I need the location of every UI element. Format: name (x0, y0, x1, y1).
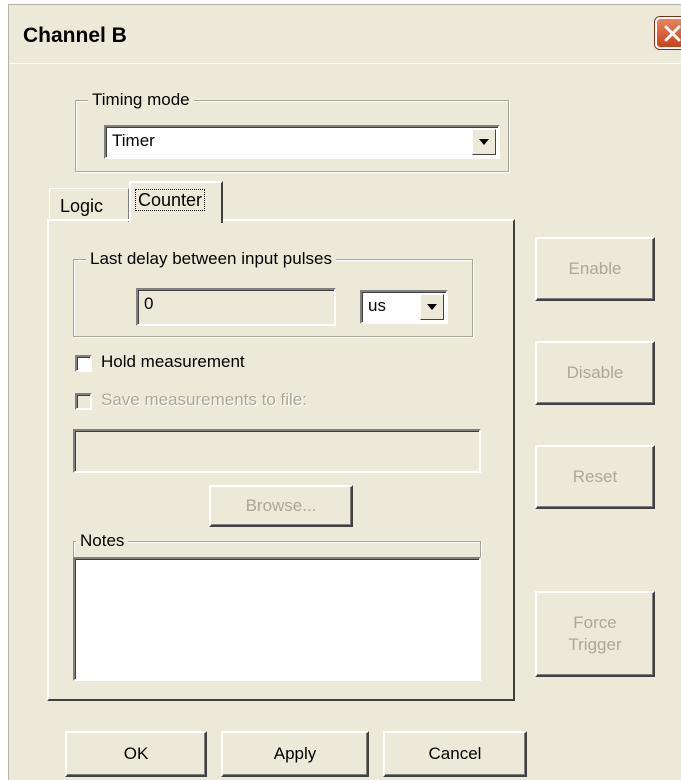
channel-b-dialog: Channel B Timing mode Timer Logic Counte… (8, 4, 681, 780)
timing-mode-label: Timing mode (88, 89, 194, 111)
hold-measurement-label: Hold measurement (101, 352, 245, 371)
force-trigger-button[interactable]: Force Trigger (535, 591, 655, 677)
tab-counter[interactable]: Counter (129, 181, 223, 223)
reset-button[interactable]: Reset (535, 445, 655, 509)
close-button[interactable] (655, 17, 681, 49)
save-measurements-label: Save measurements to file: (101, 390, 307, 409)
ok-button[interactable]: OK (65, 731, 207, 777)
browse-button-label: Browse... (245, 496, 317, 515)
tab-counter-label: Counter (135, 189, 206, 211)
apply-button-label: Apply (273, 744, 317, 763)
cancel-button[interactable]: Cancel (383, 731, 527, 777)
notes-group: Notes (73, 530, 481, 557)
chevron-down-icon (479, 139, 489, 145)
notes-textarea[interactable] (73, 557, 481, 681)
last-delay-group: Last delay between input pulses 0 us (73, 248, 473, 337)
file-path-field[interactable] (73, 429, 481, 473)
close-icon (664, 25, 681, 42)
counter-tab-panel: Last delay between input pulses 0 us Hol… (47, 219, 515, 701)
window-title: Channel B (23, 24, 127, 47)
notes-label: Notes (76, 530, 129, 552)
timing-mode-value: Timer (112, 131, 155, 150)
disable-button[interactable]: Disable (535, 341, 655, 405)
reset-button-label: Reset (572, 467, 618, 486)
chevron-down-icon (427, 304, 437, 310)
hold-measurement-checkbox[interactable] (75, 355, 92, 372)
force-trigger-button-label: Force Trigger (568, 613, 622, 654)
delay-value-field: 0 (136, 288, 336, 326)
unit-value: us (368, 296, 386, 315)
ok-button-label: OK (123, 744, 149, 763)
cancel-button-label: Cancel (428, 744, 482, 763)
browse-button[interactable]: Browse... (209, 485, 353, 527)
timing-mode-dropdown-button[interactable] (472, 129, 496, 155)
delay-value: 0 (144, 294, 154, 313)
unit-select[interactable]: us (360, 290, 448, 324)
tab-logic-label: Logic (60, 196, 104, 216)
last-delay-label: Last delay between input pulses (86, 248, 336, 270)
title-bar: Channel B (9, 5, 681, 63)
timing-mode-group: Timing mode Timer (75, 89, 509, 172)
unit-dropdown-button[interactable] (420, 294, 444, 320)
enable-button[interactable]: Enable (535, 237, 655, 301)
save-measurements-checkbox[interactable] (75, 393, 92, 410)
tab-logic[interactable]: Logic (49, 188, 129, 222)
timing-mode-select[interactable]: Timer (104, 125, 500, 159)
apply-button[interactable]: Apply (221, 731, 369, 777)
disable-button-label: Disable (566, 363, 624, 382)
title-separator (9, 63, 681, 64)
enable-button-label: Enable (568, 259, 622, 278)
